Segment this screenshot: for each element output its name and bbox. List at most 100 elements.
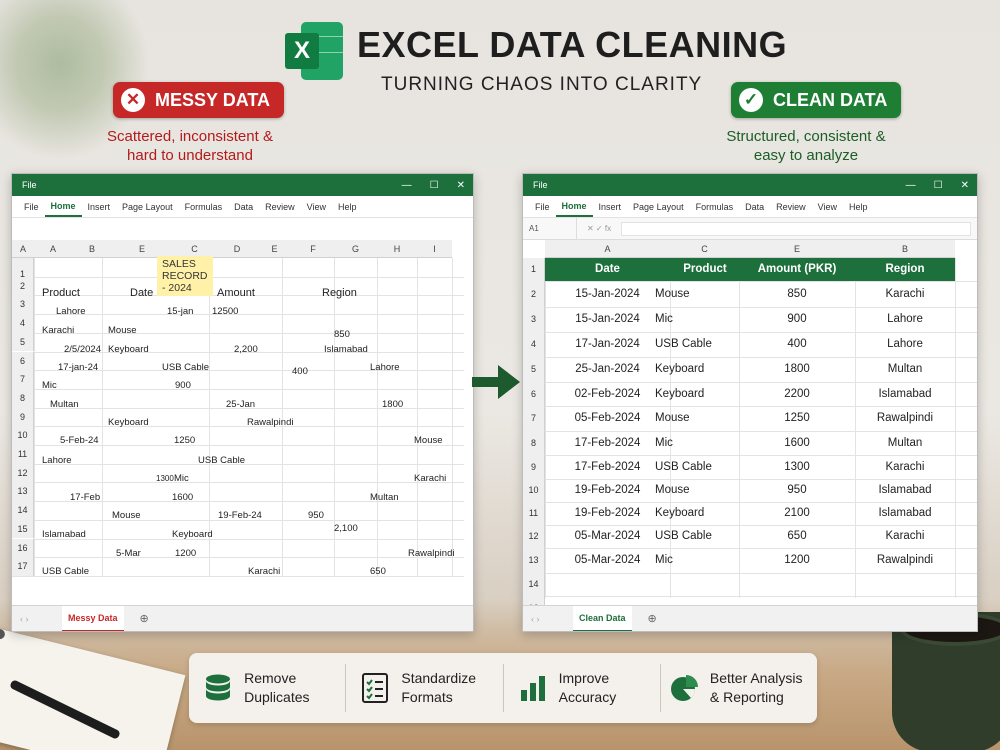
messy-cell[interactable]: 650 bbox=[370, 566, 386, 577]
table-cell[interactable]: Mic bbox=[655, 548, 673, 573]
fx-icon[interactable]: ✕ ✓ fx bbox=[577, 224, 621, 233]
messy-cell[interactable]: USB Cable bbox=[162, 362, 209, 373]
table-cell[interactable]: Mouse bbox=[655, 406, 690, 431]
messy-cell[interactable]: 15-jan bbox=[167, 306, 193, 317]
table-cell[interactable]: Mouse bbox=[655, 281, 690, 307]
messy-cell[interactable]: Lahore bbox=[370, 362, 400, 373]
messy-cell[interactable]: Mic bbox=[174, 473, 189, 484]
table-cell[interactable]: 17-Feb-2024 bbox=[545, 455, 670, 479]
messy-cell[interactable]: 1250 bbox=[174, 435, 195, 446]
minimize-icon[interactable]: — bbox=[402, 180, 412, 191]
row-header[interactable]: 6 bbox=[523, 382, 545, 406]
row-header[interactable]: 6 bbox=[12, 351, 34, 371]
column-header[interactable]: G bbox=[334, 240, 377, 258]
messy-cell[interactable]: 5-Mar bbox=[116, 548, 141, 559]
table-cell[interactable]: Islamabad bbox=[855, 382, 955, 406]
row-header[interactable]: 9 bbox=[523, 455, 545, 479]
menu-page-layout[interactable]: Page Layout bbox=[116, 202, 179, 212]
table-cell[interactable]: Islamabad bbox=[855, 502, 955, 525]
table-cell[interactable]: Rawalpindi bbox=[855, 406, 955, 431]
menu-review[interactable]: Review bbox=[770, 202, 812, 212]
table-cell[interactable]: 1200 bbox=[739, 548, 855, 573]
menu-page-layout[interactable]: Page Layout bbox=[627, 202, 690, 212]
row-header[interactable]: 3 bbox=[12, 295, 34, 315]
row-header[interactable]: 14 bbox=[12, 501, 34, 520]
messy-cell[interactable]: 17-jan-24 bbox=[58, 362, 98, 373]
table-cell[interactable]: 19-Feb-2024 bbox=[545, 479, 670, 502]
table-cell[interactable]: 15-Jan-2024 bbox=[545, 307, 670, 332]
messy-cell[interactable]: 1600 bbox=[172, 492, 193, 503]
column-header[interactable]: D bbox=[217, 240, 257, 258]
column-header[interactable]: A bbox=[545, 240, 670, 258]
table-cell[interactable]: Lahore bbox=[855, 307, 955, 332]
row-header[interactable]: 10 bbox=[12, 426, 34, 445]
messy-cell[interactable]: 2/5/2024 bbox=[64, 344, 101, 355]
name-box[interactable]: A1 bbox=[523, 217, 577, 240]
messy-cell[interactable]: Mouse bbox=[108, 325, 137, 336]
messy-cell[interactable]: 900 bbox=[175, 380, 191, 391]
row-header[interactable]: 11 bbox=[12, 445, 34, 464]
messy-cell[interactable]: 19-Feb-24 bbox=[218, 510, 262, 521]
messy-cell[interactable]: Karachi bbox=[414, 473, 446, 484]
table-cell[interactable]: Keyboard bbox=[655, 382, 704, 406]
messy-cell[interactable]: Islamabad bbox=[324, 344, 368, 355]
table-cell[interactable]: Lahore bbox=[855, 332, 955, 357]
table-cell[interactable]: 17-Feb-2024 bbox=[545, 431, 670, 455]
messy-cell[interactable]: Karachi bbox=[248, 566, 280, 577]
row-header[interactable]: 11 bbox=[523, 502, 545, 525]
row-header[interactable]: 7 bbox=[12, 370, 34, 389]
sheet-tab-messy-data[interactable]: Messy Data bbox=[62, 605, 124, 631]
row-header[interactable]: 13 bbox=[12, 482, 34, 502]
table-cell[interactable]: 05-Mar-2024 bbox=[545, 548, 670, 573]
messy-cell[interactable]: 850 bbox=[334, 329, 350, 340]
table-cell[interactable]: 25-Jan-2024 bbox=[545, 357, 670, 382]
messy-cell[interactable]: 1300 bbox=[156, 474, 174, 483]
row-header[interactable]: 4 bbox=[12, 314, 34, 333]
messy-cell[interactable]: 17-Feb bbox=[70, 492, 100, 503]
row-header[interactable]: 10 bbox=[523, 479, 545, 502]
menu-home[interactable]: Home bbox=[555, 197, 593, 217]
table-cell[interactable]: 15-Jan-2024 bbox=[545, 281, 670, 307]
table-cell[interactable]: Rawalpindi bbox=[855, 548, 955, 573]
row-header[interactable]: 1 bbox=[12, 258, 34, 279]
menu-help[interactable]: Help bbox=[843, 202, 874, 212]
table-cell[interactable]: Karachi bbox=[855, 455, 955, 479]
messy-cell[interactable]: 25-Jan bbox=[226, 399, 255, 410]
row-header[interactable]: 1 bbox=[523, 258, 545, 281]
table-cell[interactable]: 2100 bbox=[739, 502, 855, 525]
messy-cell[interactable]: Keyboard bbox=[108, 344, 149, 355]
table-cell[interactable]: USB Cable bbox=[655, 332, 712, 357]
menu-formulas[interactable]: Formulas bbox=[179, 202, 229, 212]
column-header[interactable]: A bbox=[34, 240, 72, 258]
formula-input[interactable] bbox=[621, 221, 971, 236]
table-cell[interactable]: 1800 bbox=[739, 357, 855, 382]
table-header[interactable]: Region bbox=[855, 258, 955, 281]
table-cell[interactable]: USB Cable bbox=[655, 525, 712, 548]
table-cell[interactable]: 400 bbox=[739, 332, 855, 357]
table-cell[interactable]: 1250 bbox=[739, 406, 855, 431]
messy-cell[interactable]: 5-Feb-24 bbox=[60, 435, 99, 446]
row-header[interactable]: 13 bbox=[523, 548, 545, 573]
messy-cell[interactable]: Rawalpindi bbox=[247, 417, 293, 428]
messy-cell[interactable]: Date bbox=[130, 287, 153, 299]
table-cell[interactable]: 19-Feb-2024 bbox=[545, 502, 670, 525]
messy-cell[interactable]: Multan bbox=[370, 492, 399, 503]
messy-cell[interactable]: 1800 bbox=[382, 399, 403, 410]
messy-cell[interactable]: 1200 bbox=[175, 548, 196, 559]
column-header[interactable]: F bbox=[292, 240, 334, 258]
menu-formulas[interactable]: Formulas bbox=[690, 202, 740, 212]
messy-cell[interactable]: Islamabad bbox=[42, 529, 86, 540]
row-header[interactable]: 5 bbox=[12, 332, 34, 352]
menu-data[interactable]: Data bbox=[739, 202, 770, 212]
column-header[interactable]: C bbox=[670, 240, 739, 258]
row-header[interactable]: 12 bbox=[12, 463, 34, 483]
row-header[interactable]: 5 bbox=[523, 357, 545, 382]
table-cell[interactable]: Keyboard bbox=[655, 357, 704, 382]
sheet-nav-arrows[interactable]: ‹ › bbox=[523, 614, 573, 624]
column-header[interactable]: E bbox=[257, 240, 292, 258]
table-cell[interactable]: 2200 bbox=[739, 382, 855, 406]
table-cell[interactable]: 900 bbox=[739, 307, 855, 332]
minimize-icon[interactable]: — bbox=[906, 180, 916, 191]
add-sheet-icon[interactable]: ⊕ bbox=[140, 612, 149, 625]
row-header[interactable]: 9 bbox=[12, 407, 34, 427]
